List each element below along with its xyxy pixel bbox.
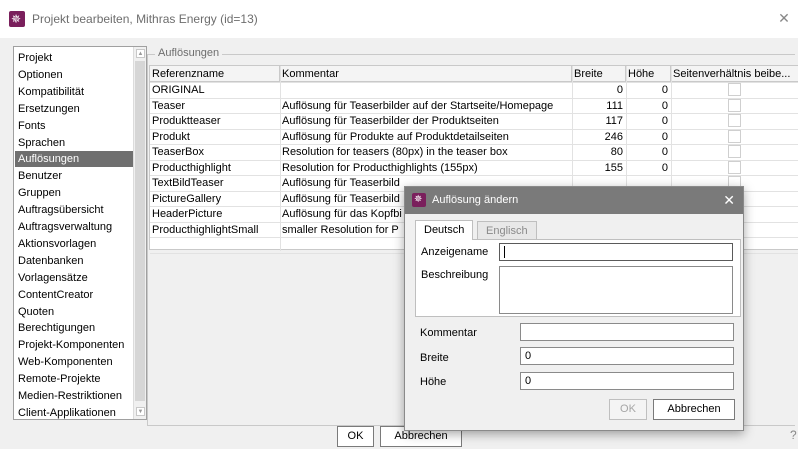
table-cell[interactable]: Produkt — [150, 129, 280, 145]
sidebar-item[interactable]: Vorlagensätze — [15, 270, 133, 286]
sidebar-item[interactable]: Gruppen — [15, 185, 133, 201]
table-cell[interactable]: 0 — [572, 82, 626, 98]
sidebar-item[interactable]: Datenbanken — [15, 253, 133, 269]
comment-input[interactable] — [520, 323, 734, 341]
sidebar-item[interactable]: Quoten — [15, 304, 133, 320]
height-label: Höhe — [420, 376, 447, 388]
sidebar-item[interactable]: Web-Komponenten — [15, 354, 133, 370]
table-cell[interactable]: 246 — [572, 129, 626, 145]
table-cell[interactable] — [280, 82, 572, 98]
table-cell[interactable]: ProducthighlightSmall — [150, 222, 280, 238]
table-cell[interactable]: 0 — [626, 98, 671, 114]
table-cell[interactable]: 0 — [626, 144, 671, 160]
table-cell[interactable]: 111 — [572, 98, 626, 114]
keep-aspect-checkbox[interactable] — [728, 98, 741, 112]
dialog-close-icon[interactable]: ✕ — [723, 192, 735, 208]
keep-aspect-checkbox[interactable] — [728, 114, 741, 127]
scroll-down-icon[interactable]: ▼ — [136, 407, 145, 416]
display-name-input[interactable] — [499, 243, 733, 261]
sidebar-item[interactable]: Sprachen — [15, 135, 133, 151]
table-header-cell[interactable]: Höhe — [626, 66, 671, 82]
table-cell[interactable]: TextBildTeaser — [150, 175, 280, 191]
change-resolution-dialog: Auflösung ändern ✕ Deutsch Englisch Anze… — [404, 186, 744, 431]
sidebar-item[interactable]: Fonts — [15, 118, 133, 134]
sidebar-item[interactable]: Ersetzungen — [15, 101, 133, 117]
tab-deutsch[interactable]: Deutsch — [415, 220, 474, 240]
scroll-thumb[interactable] — [135, 61, 145, 401]
height-input[interactable]: 0 — [520, 372, 734, 390]
table-cell[interactable]: Producthighlight — [150, 160, 280, 176]
table-cell[interactable]: 117 — [572, 113, 626, 129]
window-close-icon[interactable]: ✕ — [776, 10, 792, 26]
keep-aspect-checkbox[interactable] — [728, 160, 741, 174]
table-cell[interactable]: 0 — [626, 82, 671, 98]
comment-label: Kommentar — [420, 327, 477, 339]
tab-panel-deutsch: Anzeigename Beschreibung — [415, 239, 741, 317]
table-cell[interactable]: Auflösung für Teaserbilder der Produktse… — [280, 113, 572, 129]
dialog-titlebar: Auflösung ändern ✕ — [405, 187, 743, 214]
sidebar-item[interactable]: Optionen — [15, 67, 133, 83]
sidebar-scrollbar[interactable]: ▲ ▼ — [133, 47, 146, 419]
ok-button[interactable]: OK — [337, 426, 374, 447]
table-cell[interactable]: Resolution for Producthighlights (155px) — [280, 160, 572, 176]
table-cell[interactable]: 0 — [626, 113, 671, 129]
dialog-title: Auflösung ändern — [432, 194, 519, 206]
sidebar-item[interactable]: Kompatibilität — [15, 84, 133, 100]
window-title: Projekt bearbeiten, Mithras Energy (id=1… — [32, 12, 258, 26]
sidebar-item[interactable]: Projekt — [15, 50, 133, 66]
keep-aspect-checkbox[interactable] — [728, 83, 741, 96]
display-name-label: Anzeigename — [421, 246, 489, 258]
keep-aspect-checkbox[interactable] — [728, 129, 741, 143]
sidebar-item[interactable]: Auftragsübersicht — [15, 202, 133, 218]
table-cell[interactable]: PictureGallery — [150, 191, 280, 207]
sidebar-item[interactable]: Berechtigungen — [15, 320, 133, 336]
table-cell[interactable]: Resolution for teasers (80px) in the tea… — [280, 144, 572, 160]
table-header-cell[interactable]: Referenzname — [150, 66, 280, 82]
table-cell[interactable]: Auflösung für Teaserbilder auf der Start… — [280, 98, 572, 114]
sidebar-item[interactable]: Auflösungen — [15, 151, 133, 168]
sidebar-item[interactable]: Projekt-Komponenten — [15, 337, 133, 353]
sidebar-item[interactable]: Aktionsvorlagen — [15, 236, 133, 252]
sidebar-item[interactable]: Remote-Projekte — [15, 371, 133, 387]
tab-englisch[interactable]: Englisch — [477, 221, 537, 239]
dialog-gear-icon — [412, 193, 426, 207]
width-label: Breite — [420, 352, 449, 364]
table-header-cell[interactable]: Seitenverhältnis beibe... — [671, 66, 798, 82]
table-header-cell[interactable]: Breite — [572, 66, 626, 82]
table-cell[interactable]: Teaser — [150, 98, 280, 114]
description-textarea[interactable] — [499, 266, 733, 314]
description-label: Beschreibung — [421, 269, 489, 281]
dialog-cancel-button[interactable]: Abbrechen — [653, 399, 735, 420]
window-titlebar: Projekt bearbeiten, Mithras Energy (id=1… — [0, 0, 798, 38]
help-icon[interactable]: ? — [790, 428, 797, 442]
app-gear-icon — [9, 11, 25, 27]
sidebar-item[interactable]: Client-Applikationen — [15, 405, 133, 419]
table-header-cell[interactable]: Kommentar — [280, 66, 572, 82]
sidebar-item[interactable]: Auftragsverwaltung — [15, 219, 133, 235]
scroll-up-icon[interactable]: ▲ — [136, 49, 145, 58]
resolutions-group-label: Auflösungen — [155, 47, 223, 59]
sidebar-item[interactable]: Benutzer — [15, 168, 133, 184]
table-cell[interactable]: 155 — [572, 160, 626, 176]
settings-sidebar: Projekt Optionen Kompatibilität Ersetzungen… — [13, 46, 147, 420]
table-cell[interactable]: 80 — [572, 144, 626, 160]
dialog-ok-button[interactable]: OK — [609, 399, 647, 420]
table-cell[interactable]: ORIGINAL — [150, 82, 280, 98]
sidebar-item[interactable]: ContentCreator — [15, 287, 133, 303]
table-cell[interactable]: Auflösung für Produkte auf Produktdetail… — [280, 129, 572, 145]
table-cell[interactable]: Produktteaser — [150, 113, 280, 129]
table-cell[interactable]: 0 — [626, 160, 671, 176]
text-caret — [504, 246, 505, 259]
table-cell[interactable]: HeaderPicture — [150, 206, 280, 222]
sidebar-item[interactable]: Medien-Restriktionen — [15, 388, 133, 404]
width-input[interactable]: 0 — [520, 347, 734, 365]
table-cell[interactable]: TeaserBox — [150, 144, 280, 160]
table-cell[interactable]: 0 — [626, 129, 671, 145]
keep-aspect-checkbox[interactable] — [728, 145, 741, 158]
